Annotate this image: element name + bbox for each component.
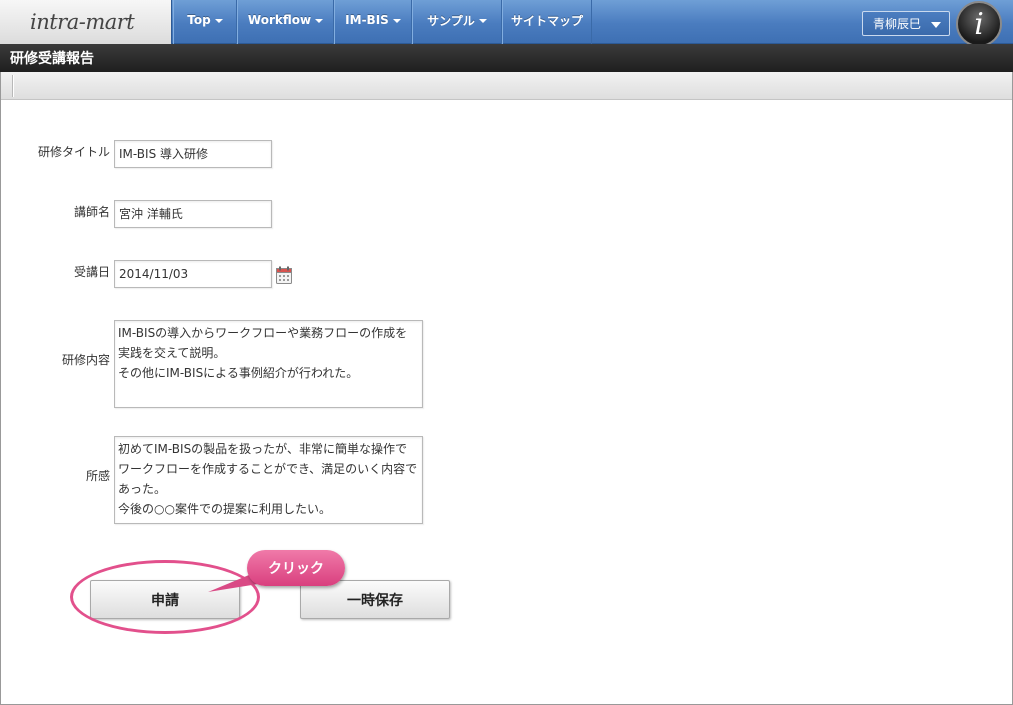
nav-item-sitemap[interactable]: サイトマップ [502,0,592,44]
chevron-down-icon [315,19,324,23]
top-navigation-bar: intra-mart Top Workflow IM-BIS サンプル サイトマ… [0,0,1013,47]
date-input[interactable]: 2014/11/03 [114,260,272,288]
instructor-input[interactable]: 宮沖 洋輔氏 [114,200,272,228]
impression-textarea[interactable]: 初めてIM-BISの製品を扱ったが、非常に簡単な操作で ワークフローを作成するこ… [114,436,423,524]
nav-item-label: IM-BIS [345,13,389,27]
callout-text: クリック [268,561,324,577]
page-title-bar: 研修受講報告 [0,44,1013,72]
nav-item-im-bis[interactable]: IM-BIS [334,0,412,44]
date-label: 受講日 [73,265,110,279]
chevron-down-icon [478,19,487,23]
toolbar [0,72,1013,100]
impression-label: 所感 [85,469,110,483]
content-textarea[interactable]: IM-BISの導入からワークフローや業務フローの作成を 実践を交えて説明。 その… [114,320,423,408]
nav-item-workflow[interactable]: Workflow [237,0,334,44]
nav-item-label: Workflow [247,13,312,27]
chevron-down-icon [392,19,401,23]
frame-border-left [0,72,1,705]
page-title: 研修受講報告 [10,51,94,67]
calendar-icon[interactable] [276,266,292,284]
training-title-input[interactable]: IM-BIS 導入研修 [114,140,272,168]
click-callout: クリック [247,550,345,586]
instructor-label: 講師名 [73,205,110,219]
content-label: 研修内容 [61,353,110,367]
nav-item-label: Top [187,13,211,27]
chevron-down-icon [931,22,941,28]
save-draft-button-label: 一時保存 [347,592,403,609]
nav-item-label: サイトマップ [510,13,583,28]
logo: intra-mart [30,10,135,34]
user-name: 青柳辰巳 [873,17,922,31]
training-title-label: 研修タイトル [37,145,110,159]
nav-item-sample[interactable]: サンプル [412,0,502,44]
info-logo-icon[interactable]: i [956,1,1002,47]
user-menu-dropdown[interactable]: 青柳辰巳 [862,11,950,36]
info-logo-glyph: i [974,6,984,42]
logo-link[interactable]: intra-mart [0,0,172,44]
main-menu: Top Workflow IM-BIS サンプル サイトマップ [173,0,592,44]
toolbar-divider [12,75,14,97]
chevron-down-icon [214,19,223,23]
nav-item-top[interactable]: Top [173,0,237,44]
nav-item-label: サンプル [427,13,475,28]
